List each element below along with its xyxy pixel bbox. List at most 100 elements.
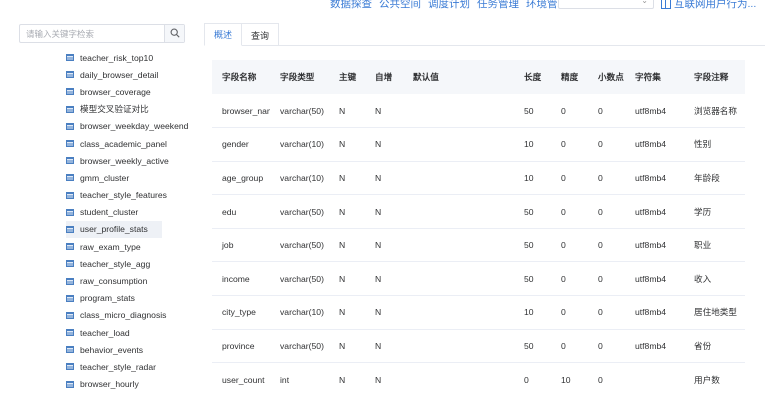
table-cell: 0	[551, 261, 588, 297]
tree-item-label: gmm_cluster	[80, 172, 130, 183]
table-tree: teacher_risk_top10 daily_browser_detailbr…	[66, 40, 196, 393]
table-cell: 0	[588, 127, 625, 162]
field-table: 字段名称 字段类型 主键 自增 默认值 长度 精度 小数点 字符集 字段注释 browser_na…	[212, 60, 745, 396]
tree-item[interactable]: browser_coverage	[66, 83, 196, 100]
nav-links: 数据探查 公共空间 调度计划 任务管理 环境管理	[330, 0, 568, 11]
table-row: job varchar(50) N N 50 0 0 utf8mb4 职业	[212, 228, 745, 263]
tree-item-label: class_micro_diagnosis	[80, 310, 167, 321]
table-cell	[403, 295, 514, 330]
tree-item[interactable]: teacher_load	[66, 324, 196, 341]
table-cell: edu	[212, 194, 270, 229]
table-cell: utf8mb4	[625, 127, 684, 162]
column-header: 字段名称	[212, 60, 270, 94]
nav-link-data-explore[interactable]: 数据探查	[330, 0, 372, 11]
tree-item-clipped[interactable]	[66, 40, 196, 49]
tree-item[interactable]: teacher_risk_top10	[66, 49, 196, 66]
table-cell: 0	[551, 329, 588, 364]
table-cell: N	[365, 94, 403, 129]
table-cell: province	[212, 329, 270, 364]
column-header: 精度	[551, 60, 588, 94]
table-cell: browser_name	[212, 94, 270, 129]
table-cell: 学历	[684, 194, 745, 229]
tree-item[interactable]: class_academic_panel	[66, 135, 196, 152]
nav-link-public-space[interactable]: 公共空间	[379, 0, 421, 11]
table-icon	[66, 363, 74, 371]
table-cell: utf8mb4	[625, 329, 684, 364]
table-cell: 0	[588, 94, 625, 129]
table-cell: utf8mb4	[625, 295, 684, 330]
tree-item[interactable]: program_stats	[66, 290, 196, 307]
table-cell: 50	[514, 228, 551, 263]
table-cell: 50	[514, 94, 551, 129]
table-cell: varchar(10)	[270, 161, 329, 196]
table-cell: N	[329, 329, 365, 364]
table-icon	[66, 157, 74, 165]
table-icon	[66, 71, 74, 79]
tree-item-label: user_profile_stats	[80, 224, 148, 235]
table-cell: N	[365, 127, 403, 162]
tree-item-label: teacher_style_features	[80, 190, 167, 201]
table-cell: 0	[551, 127, 588, 162]
table-cell: 50	[514, 194, 551, 229]
tree-item[interactable]: class_micro_diagnosis	[66, 307, 196, 324]
column-header: 主键	[329, 60, 365, 94]
tree-item[interactable]: daily_browser_detail	[66, 66, 196, 83]
table-cell: 0	[551, 94, 588, 129]
table-cell: N	[375, 374, 382, 385]
tree-item-label: browser_weekly_active	[80, 155, 169, 166]
tab-overview[interactable]: 概述	[204, 23, 243, 46]
chevron-down-icon: ⌄	[641, 0, 648, 5]
column-header: 小数点	[588, 60, 625, 94]
table-row: edu varchar(50) N N 50 0 0 utf8mb4 学历	[212, 194, 745, 229]
tree-item-label: browser_coverage	[80, 86, 151, 97]
table-cell: 用户数	[694, 374, 720, 385]
tab-query[interactable]: 查询	[242, 23, 280, 46]
datasource-button[interactable]: 互联网用户行为...	[661, 0, 756, 11]
table-cell: N	[339, 374, 346, 385]
nav-link-task-manage[interactable]: 任务管理	[477, 0, 519, 11]
tree-item[interactable]: user_profile_stats	[66, 220, 162, 239]
table-icon	[66, 380, 74, 388]
table-cell: 0	[588, 228, 625, 263]
table-icon	[66, 243, 74, 251]
nav-link-schedule[interactable]: 调度计划	[428, 0, 470, 11]
tree-item[interactable]: gmm_cluster	[66, 169, 196, 186]
table-cell	[403, 363, 514, 397]
table-cell: 0	[588, 194, 625, 229]
tree-item[interactable]: raw_exam_type	[66, 238, 196, 255]
tree-item-label: 模型交叉验证对比	[80, 104, 149, 115]
tree-item[interactable]: student_cluster	[66, 204, 196, 221]
table-icon	[66, 54, 74, 62]
column-header: 字段类型	[270, 60, 329, 94]
tree-item[interactable]: teacher_style_features	[66, 187, 196, 204]
tree-item[interactable]: 模型交叉验证对比	[66, 101, 196, 118]
tree-item-label: student_cluster	[80, 207, 139, 218]
table-cell	[403, 161, 514, 196]
table-cell: 0	[551, 228, 588, 263]
table-cell	[403, 194, 514, 229]
tree-item[interactable]: raw_consumption	[66, 272, 196, 289]
table-cell: utf8mb4	[625, 194, 684, 229]
table-row: user_count int N N 0 10 0 用户数	[212, 363, 745, 397]
table-cell: user_count	[222, 374, 265, 385]
column-header: 字符集	[625, 60, 684, 94]
table-cell: 0	[524, 374, 529, 385]
tree-item-label: teacher_style_radar	[80, 361, 156, 372]
table-cell: gender	[212, 127, 270, 162]
table-cell: N	[329, 194, 365, 229]
table-cell: varchar(50)	[270, 194, 329, 229]
table-cell: varchar(50)	[270, 94, 329, 129]
table-cell: 0	[588, 295, 625, 330]
tree-item[interactable]: teacher_style_radar	[66, 358, 196, 375]
env-select[interactable]: ⌄	[558, 0, 654, 9]
tree-item-label: raw_consumption	[80, 276, 148, 287]
tree-item[interactable]: browser_weekday_weekend	[66, 118, 196, 135]
tree-item[interactable]: browser_hourly	[66, 376, 196, 393]
table-cell: int	[280, 374, 290, 385]
tree-item[interactable]: browser_weekly_active	[66, 152, 196, 169]
tree-item-label: teacher_style_agg	[80, 258, 151, 269]
table-cell: 50	[514, 329, 551, 364]
tree-item-label: program_stats	[80, 293, 135, 304]
tree-item[interactable]: teacher_style_agg	[66, 255, 196, 272]
tree-item[interactable]: behavior_events	[66, 341, 196, 358]
